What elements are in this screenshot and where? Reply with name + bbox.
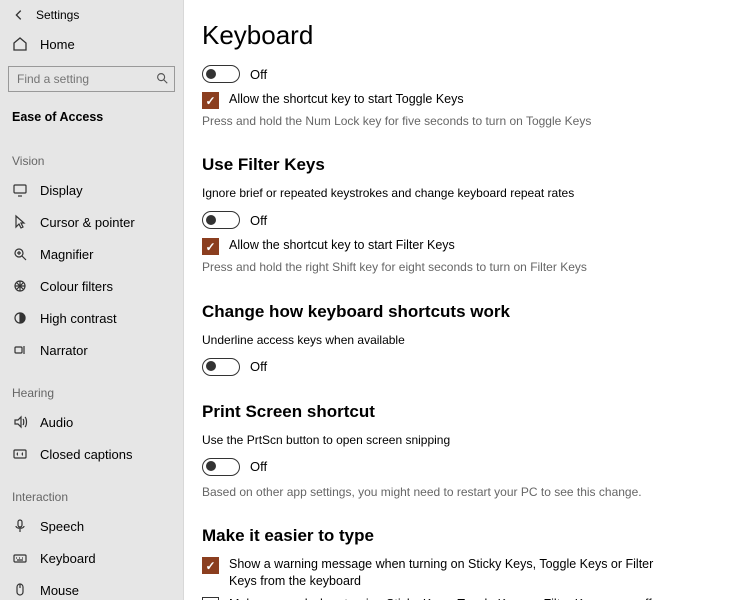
filter-keys-desc: Ignore brief or repeated keystrokes and … xyxy=(202,185,642,201)
home-label: Home xyxy=(40,37,75,52)
group-title-hearing: Hearing xyxy=(0,382,183,406)
closed-captions-icon xyxy=(12,446,28,462)
sidebar-item-audio[interactable]: Audio xyxy=(0,406,183,438)
filter-keys-state: Off xyxy=(250,213,267,228)
filter-keys-toggle[interactable] xyxy=(202,211,240,229)
easier-heading: Make it easier to type xyxy=(202,526,708,546)
sidebar-item-narrator[interactable]: Narrator xyxy=(0,334,183,366)
filter-keys-shortcut-checkbox[interactable] xyxy=(202,238,219,255)
filter-keys-shortcut-label: Allow the shortcut key to start Filter K… xyxy=(229,237,455,254)
filter-keys-hint: Press and hold the right Shift key for e… xyxy=(202,259,642,275)
toggle-keys-state: Off xyxy=(250,67,267,82)
warning-message-label: Show a warning message when turning on S… xyxy=(229,556,662,590)
display-icon xyxy=(12,182,28,198)
toggle-keys-shortcut-checkbox[interactable] xyxy=(202,92,219,109)
underline-access-keys-state: Off xyxy=(250,359,267,374)
sidebar: Settings Home Ease of Access Vision Disp… xyxy=(0,0,184,600)
sidebar-item-label: Cursor & pointer xyxy=(40,215,135,230)
cursor-icon xyxy=(12,214,28,230)
audio-icon xyxy=(12,414,28,430)
sidebar-item-display[interactable]: Display xyxy=(0,174,183,206)
prtscn-toggle[interactable] xyxy=(202,458,240,476)
toggle-keys-shortcut-label: Allow the shortcut key to start Toggle K… xyxy=(229,91,464,108)
underline-access-keys-toggle[interactable] xyxy=(202,358,240,376)
warning-message-checkbox[interactable] xyxy=(202,557,219,574)
category-header: Ease of Access xyxy=(0,102,183,134)
sidebar-item-label: Mouse xyxy=(40,583,79,598)
search-input[interactable] xyxy=(8,66,175,92)
sidebar-item-label: Display xyxy=(40,183,83,198)
sidebar-group-hearing: Hearing Audio Closed captions xyxy=(0,366,183,470)
sidebar-item-colour-filters[interactable]: Colour filters xyxy=(0,270,183,302)
toggle-keys-desc: Press and hold the Num Lock key for five… xyxy=(202,113,642,129)
sidebar-item-label: Narrator xyxy=(40,343,88,358)
sidebar-item-speech[interactable]: Speech xyxy=(0,510,183,542)
high-contrast-icon xyxy=(12,310,28,326)
sidebar-item-label: Closed captions xyxy=(40,447,133,462)
sidebar-item-high-contrast[interactable]: High contrast xyxy=(0,302,183,334)
sidebar-item-label: Keyboard xyxy=(40,551,96,566)
keyboard-icon xyxy=(12,550,28,566)
sidebar-group-vision: Vision Display Cursor & pointer Magnifie… xyxy=(0,134,183,366)
mouse-icon xyxy=(12,582,28,598)
sidebar-item-label: High contrast xyxy=(40,311,117,326)
prtscn-state: Off xyxy=(250,459,267,474)
shortcuts-heading: Change how keyboard shortcuts work xyxy=(202,302,708,322)
colour-filters-icon xyxy=(12,278,28,294)
app-title: Settings xyxy=(36,8,79,22)
sidebar-item-cursor-pointer[interactable]: Cursor & pointer xyxy=(0,206,183,238)
sidebar-group-interaction: Interaction Speech Keyboard Mouse Eye co… xyxy=(0,470,183,600)
search-icon xyxy=(155,71,169,85)
home-nav[interactable]: Home xyxy=(0,26,183,62)
sidebar-item-label: Magnifier xyxy=(40,247,93,262)
magnifier-icon xyxy=(12,246,28,262)
group-title-interaction: Interaction xyxy=(0,486,183,510)
prtscn-hint: Based on other app settings, you might n… xyxy=(202,484,642,500)
sidebar-item-keyboard[interactable]: Keyboard xyxy=(0,542,183,574)
sidebar-item-closed-captions[interactable]: Closed captions xyxy=(0,438,183,470)
group-title-vision: Vision xyxy=(0,150,183,174)
sidebar-item-label: Speech xyxy=(40,519,84,534)
sidebar-item-label: Audio xyxy=(40,415,73,430)
home-icon xyxy=(12,36,28,52)
prtscn-heading: Print Screen shortcut xyxy=(202,402,708,422)
narrator-icon xyxy=(12,342,28,358)
toggle-keys-toggle[interactable] xyxy=(202,65,240,83)
back-arrow-icon xyxy=(12,8,26,22)
page-title: Keyboard xyxy=(202,20,708,51)
make-sound-label: Make a sound when turning Sticky Keys, T… xyxy=(229,596,662,600)
sidebar-item-label: Colour filters xyxy=(40,279,113,294)
back-button[interactable]: Settings xyxy=(0,6,183,26)
filter-keys-heading: Use Filter Keys xyxy=(202,155,708,175)
sidebar-item-mouse[interactable]: Mouse xyxy=(0,574,183,600)
main-content: Keyboard Off Allow the shortcut key to s… xyxy=(184,0,750,600)
search-container xyxy=(8,66,175,92)
shortcuts-desc: Underline access keys when available xyxy=(202,332,642,348)
prtscn-desc: Use the PrtScn button to open screen sni… xyxy=(202,432,642,448)
sidebar-item-magnifier[interactable]: Magnifier xyxy=(0,238,183,270)
speech-icon xyxy=(12,518,28,534)
